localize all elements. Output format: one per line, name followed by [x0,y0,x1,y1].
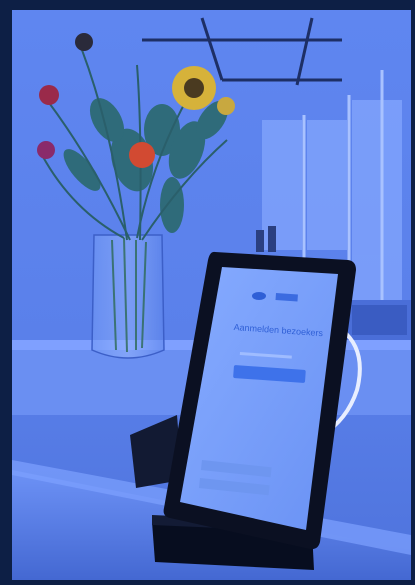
logo-mark [252,292,266,300]
scene-illustration [12,10,411,580]
vase [91,234,165,359]
photo: Aanmelden bezoekers [12,10,411,580]
purple-flower [37,141,55,159]
dark-flower [75,33,93,51]
small-yellow-flower [217,97,235,115]
back-printer [352,305,407,335]
red-flower-small [39,85,59,105]
sunflower [172,66,216,110]
photo-frame: Aanmelden bezoekers [0,0,415,585]
red-flower [129,142,155,168]
